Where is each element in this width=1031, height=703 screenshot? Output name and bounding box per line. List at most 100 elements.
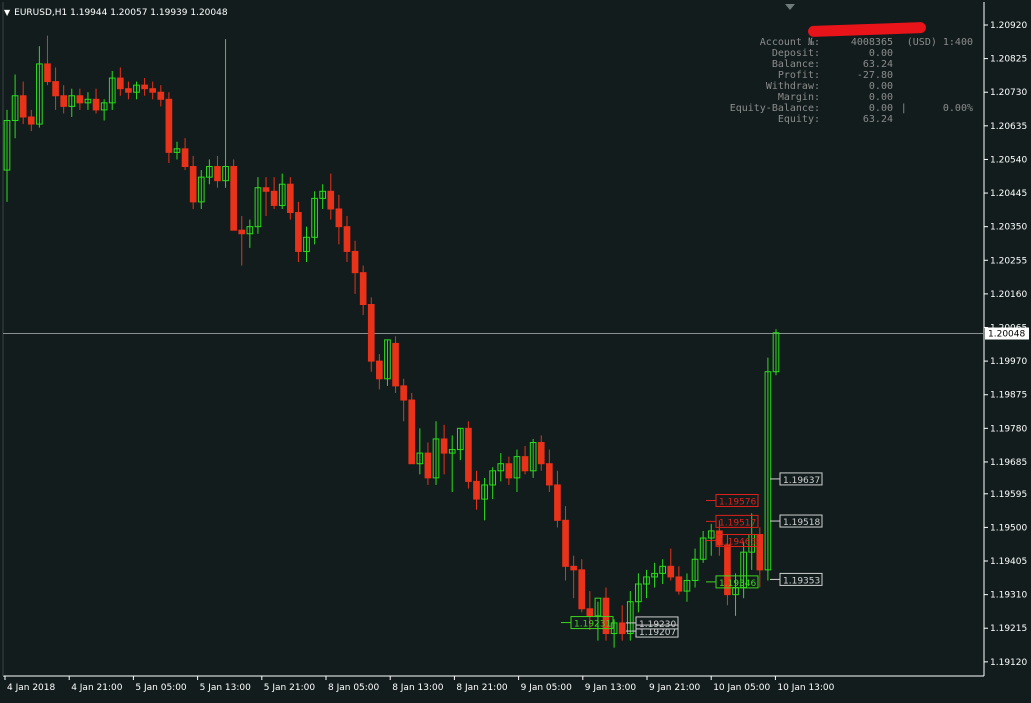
candle-bear[interactable] [335,208,343,228]
candle-bear[interactable] [408,399,416,465]
price-tick-label: 1.20540 [990,155,1027,165]
price-tick-label: 1.19310 [990,591,1027,601]
candle-bear[interactable] [19,95,27,118]
candle-bear[interactable] [238,229,246,235]
candle-bear[interactable] [351,250,359,274]
candle-bear[interactable] [76,95,84,104]
candle-bear[interactable] [473,480,480,500]
account-row-withdraw: Withdraw: 0.00 [690,81,980,92]
candle-bear[interactable] [214,166,221,182]
time-tick-label: 5 Jan 21:00 [264,683,316,693]
acct-label: Withdraw: [765,81,820,92]
dropdown-arrow-icon[interactable]: ▼ [4,6,10,20]
price-tick-label: 1.19405 [990,557,1027,567]
candle-bear[interactable] [141,84,148,90]
account-row-deposit: Deposit: 0.00 [690,48,980,59]
candle-bear[interactable] [44,63,51,83]
acct-value: 0.00 [868,81,893,92]
price-tick-label: 1.20730 [990,88,1027,98]
candle-bear[interactable] [376,360,383,380]
price-annotation-label: 1.19231 [574,620,611,630]
candle-bear[interactable] [554,484,561,521]
candle-bear[interactable] [521,456,529,472]
candle-bear[interactable] [675,576,683,592]
acct-value: 0.00 [868,103,893,114]
price-tick-label: 1.19595 [990,490,1027,500]
candle-bear[interactable] [230,166,237,231]
candle-bear[interactable] [327,190,335,210]
account-row-profit: Profit: -27.80 [690,70,980,81]
acct-value-extra [893,48,973,59]
price-tick-label: 1.20445 [990,189,1027,199]
account-row-margin: Margin: 0.00 [690,92,980,103]
price-tick-label: 1.19875 [990,391,1027,401]
candle-bear[interactable] [189,166,197,203]
candle-bear[interactable] [157,91,165,100]
current-price-label: 1.20048 [988,330,1025,340]
price-annotation-label: 1.19517 [719,518,756,528]
acct-label: Profit: [777,70,820,81]
acct-value-extra [893,114,973,125]
candle-bear[interactable] [546,463,553,486]
candle-bear[interactable] [586,608,594,617]
price-annotation-label: 1.19207 [639,628,676,638]
candle-bear[interactable] [392,342,399,387]
candle-bear[interactable] [262,187,270,192]
price-tick-label: 1.20635 [990,122,1027,132]
candle-bear[interactable] [343,226,351,252]
candle-bear[interactable] [537,441,545,465]
price-tick-label: 1.20160 [990,290,1027,300]
candle-bear[interactable] [424,452,432,479]
time-tick-label: 4 Jan 2018 [7,683,55,693]
candle-bear[interactable] [92,98,100,111]
candle-bear[interactable] [367,304,375,362]
account-row [690,26,980,37]
candle-bear[interactable] [618,622,626,635]
time-tick-label: 8 Jan 13:00 [392,683,444,693]
price-annotation-label: 1.19346 [719,579,756,589]
acct-value-extra: (USD) 1:400 [906,37,973,48]
candle-bear[interactable] [149,88,157,93]
price-tick-label: 1.20350 [990,223,1027,233]
candle-bear[interactable] [562,519,569,567]
candle-bear[interactable] [60,95,67,107]
candle-bear[interactable] [578,569,586,610]
time-tick-label: 8 Jan 05:00 [328,683,380,693]
symbol-header: ▼ EURUSD,H1 1.19944 1.20057 1.19939 1.20… [4,6,228,20]
candle-bear[interactable] [165,98,173,153]
acct-label: Margin: [777,92,820,103]
acct-label: Balance: [771,59,820,70]
acct-value: -27.80 [856,70,893,81]
price-tick-label: 1.20920 [990,21,1027,31]
candle-bear[interactable] [270,190,278,206]
candle-bear[interactable] [570,565,577,571]
price-annotation-label: 1.19518 [783,518,820,528]
candle-bear[interactable] [400,385,407,401]
time-tick-label: 5 Jan 05:00 [135,683,187,693]
acct-label: Deposit: [771,48,820,59]
candle-bear[interactable] [440,438,448,454]
candle-bear[interactable] [359,272,367,306]
acct-label: Equity-Balance: [729,103,820,114]
time-tick-label: 9 Jan 21:00 [649,683,701,693]
price-annotation-label: 1.19353 [783,576,820,586]
price-tick-label: 1.19120 [990,658,1027,668]
candle-bear[interactable] [181,148,189,168]
candle-bear[interactable] [295,212,302,252]
candle-bear[interactable] [125,88,132,93]
acct-value-extra [893,70,973,81]
candle-bear[interactable] [52,81,59,97]
acct-value: 63.24 [862,59,893,70]
symbol-header-text: EURUSD,H1 1.19944 1.20057 1.19939 1.2004… [14,8,228,18]
chart-window[interactable]: 1.20920 1.20825 1.20730 1.20635 1.20540 1.204… [0,0,1031,699]
candle-bear[interactable] [465,427,472,482]
candle-bear[interactable] [667,565,675,578]
account-row-number: Account №: 4008365 (USD) 1:400 [690,37,980,48]
candle-bear[interactable] [27,116,35,125]
candle-bear[interactable] [116,77,124,90]
shift-marker-icon[interactable] [785,4,795,10]
candle-bear[interactable] [286,183,294,214]
acct-value-extra [893,81,973,92]
candle-bear[interactable] [505,463,513,479]
time-tick-label: 4 Jan 21:00 [71,683,123,693]
